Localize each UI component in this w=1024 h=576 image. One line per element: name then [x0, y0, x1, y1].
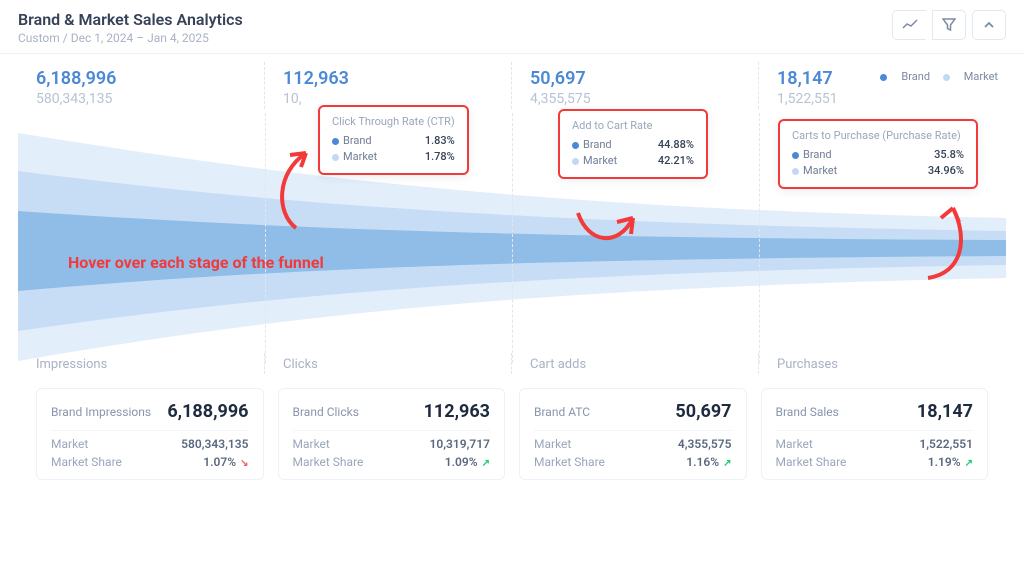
card-share-label: Market Share	[293, 455, 364, 469]
metric-card-clicks[interactable]: Brand Clicks 112,963 Market 10,319,717 Ma…	[278, 388, 506, 480]
trend-up-icon: ↗	[723, 458, 731, 469]
date-range[interactable]: Custom / Dec 1, 2024 – Jan 4, 2025	[18, 31, 243, 45]
card-market-value: 1,522,551	[919, 437, 973, 451]
stage-col-cartadds[interactable]: 50,697 4,355,575	[512, 62, 759, 109]
atc-brand: 44.88%	[658, 138, 694, 151]
ctr-market: 1.78%	[425, 150, 455, 163]
brand-count: 50,697	[530, 68, 740, 89]
card-market-label: Market	[51, 437, 88, 451]
metric-card-cartadds[interactable]: Brand ATC 50,697 Market 4,355,575 Market …	[519, 388, 747, 480]
funnel-icon	[942, 18, 956, 32]
funnel-chart[interactable]: Click Through Rate (CTR) Brand1.83% Mark…	[18, 113, 1006, 363]
tooltip-title: Click Through Rate (CTR)	[332, 115, 455, 128]
legend-dot-market	[943, 74, 950, 81]
chart-view-button[interactable]	[892, 10, 926, 40]
card-market-value: 10,319,717	[430, 437, 490, 451]
tooltip-purchase: Carts to Purchase (Purchase Rate) Brand3…	[778, 119, 978, 189]
line-chart-icon	[902, 18, 918, 32]
card-share-value: 1.16%	[686, 455, 719, 469]
atc-market: 42.21%	[658, 154, 694, 167]
trend-up-icon: ↗	[965, 458, 973, 469]
metric-card-impressions[interactable]: Brand Impressions 6,188,996 Market 580,34…	[36, 388, 264, 480]
market-count: 1,522,551	[777, 91, 988, 107]
ctr-brand: 1.83%	[425, 134, 455, 147]
metric-card-purchases[interactable]: Brand Sales 18,147 Market 1,522,551 Marke…	[761, 388, 989, 480]
stage-col-clicks[interactable]: 112,963 10,	[265, 62, 512, 109]
legend: Brand Market	[870, 70, 998, 83]
card-market-label: Market	[293, 437, 330, 451]
stage-col-purchases[interactable]: 18,147 1,522,551 Brand Market	[759, 62, 1006, 109]
tooltip-title: Carts to Purchase (Purchase Rate)	[792, 129, 964, 142]
main-area: 6,188,996 580,343,135 112,963 10, 50,697…	[0, 54, 1024, 490]
tooltip-ctr: Click Through Rate (CTR) Brand1.83% Mark…	[318, 105, 469, 175]
annotation-text: Hover over each stage of the funnel	[68, 253, 324, 272]
market-count: 580,343,135	[36, 91, 246, 107]
col-divider	[512, 113, 513, 363]
metric-cards-row: Brand Impressions 6,188,996 Market 580,34…	[18, 374, 1006, 490]
card-share-value: 1.19%	[928, 455, 961, 469]
legend-brand: Brand	[901, 70, 930, 83]
page-title: Brand & Market Sales Analytics	[18, 10, 243, 29]
purch-market: 34.96%	[928, 164, 964, 177]
card-brand-value: 6,188,996	[167, 401, 248, 422]
brand-count: 6,188,996	[36, 68, 246, 89]
card-share-label: Market Share	[534, 455, 605, 469]
card-share-value: 1.07%	[203, 455, 236, 469]
card-share-value: 1.09%	[445, 455, 478, 469]
card-market-value: 4,355,575	[678, 437, 732, 451]
card-market-label: Market	[534, 437, 571, 451]
trend-up-icon: ↗	[482, 458, 490, 469]
card-share-label: Market Share	[51, 455, 122, 469]
chevron-up-icon	[983, 19, 995, 31]
card-brand-value: 112,963	[424, 401, 490, 422]
stage-col-impressions[interactable]: 6,188,996 580,343,135	[18, 62, 265, 109]
card-brand-label: Brand Sales	[776, 405, 839, 419]
card-brand-label: Brand ATC	[534, 405, 590, 419]
tooltip-atc: Add to Cart Rate Brand44.88% Market42.21…	[558, 109, 708, 179]
brand-count: 112,963	[283, 68, 493, 89]
title-block: Brand & Market Sales Analytics Custom / …	[18, 10, 243, 45]
col-divider	[265, 113, 266, 363]
header-actions	[892, 10, 1006, 40]
page-header: Brand & Market Sales Analytics Custom / …	[0, 0, 1024, 54]
card-market-value: 580,343,135	[181, 437, 248, 451]
legend-market: Market	[964, 70, 998, 83]
card-brand-value: 50,697	[675, 401, 731, 422]
tooltip-title: Add to Cart Rate	[572, 119, 694, 132]
stage-numbers-row: 6,188,996 580,343,135 112,963 10, 50,697…	[18, 62, 1006, 109]
legend-dot-brand	[880, 74, 887, 81]
col-divider	[759, 113, 760, 363]
card-brand-label: Brand Clicks	[293, 405, 359, 419]
card-brand-value: 18,147	[917, 401, 973, 422]
card-market-label: Market	[776, 437, 813, 451]
purch-brand: 35.8%	[934, 148, 964, 161]
trend-down-icon: ↘	[240, 458, 248, 469]
card-share-label: Market Share	[776, 455, 847, 469]
filter-button[interactable]	[932, 10, 966, 40]
card-brand-label: Brand Impressions	[51, 405, 151, 419]
collapse-button[interactable]	[972, 10, 1006, 40]
market-count: 4,355,575	[530, 91, 740, 107]
